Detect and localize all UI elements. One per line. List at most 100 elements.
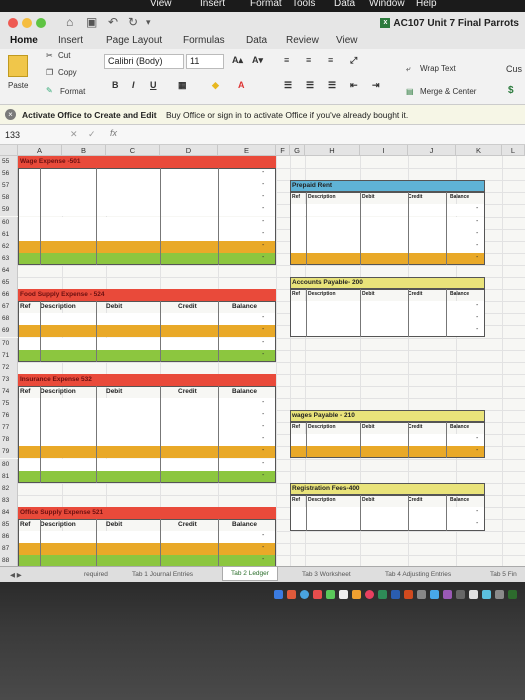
customize-toolbar-icon[interactable]: ▾ (146, 17, 151, 28)
row-header-78[interactable]: 78 (0, 434, 18, 447)
sheet-tab-ledger[interactable]: Tab 2 Ledger (222, 567, 278, 581)
menu-tools[interactable]: Tools (292, 0, 315, 9)
row-header-59[interactable]: 59 (0, 204, 18, 217)
excel-dock-icon[interactable] (378, 590, 387, 599)
photos-icon[interactable] (339, 590, 348, 599)
menu-format[interactable]: Format (250, 0, 282, 9)
row-header-86[interactable]: 86 (0, 531, 18, 544)
cancel-formula-icon[interactable]: ✕ (70, 129, 78, 140)
fill-color-icon[interactable]: ◆ (212, 80, 219, 91)
word-dock-icon[interactable] (391, 590, 400, 599)
tab-data[interactable]: Data (246, 35, 267, 46)
column-header-a[interactable]: A (18, 145, 62, 156)
folder-dock-icon[interactable] (456, 590, 465, 599)
align-left-icon[interactable]: ☰ (284, 80, 292, 91)
orientation-icon[interactable]: ⤢ (350, 55, 357, 66)
sheet-tab-financials[interactable]: Tab 5 Fin (490, 571, 517, 578)
appstore-dock-icon[interactable] (430, 590, 439, 599)
sheet-tab-required[interactable]: required (84, 571, 108, 578)
powerpoint-dock-icon[interactable] (404, 590, 413, 599)
row-header-56[interactable]: 56 (0, 168, 18, 181)
home-icon[interactable]: ⌂ (66, 15, 73, 29)
row-header-84[interactable]: 84 (0, 506, 18, 519)
italic-button[interactable]: I (132, 80, 135, 90)
dismiss-banner-icon[interactable]: × (5, 109, 16, 120)
align-bottom-icon[interactable]: ≡ (328, 55, 333, 65)
music-icon[interactable] (365, 590, 374, 599)
row-header-63[interactable]: 63 (0, 252, 18, 265)
spreadsheet-grid[interactable]: A B C D E F G H I J K L 55 56 57 58 59 60 61 62 63 64 65 66 67 68… (0, 145, 525, 566)
finder-icon[interactable] (274, 590, 283, 599)
redo-icon[interactable]: ↻ (128, 15, 138, 29)
column-header-f[interactable]: F (276, 145, 290, 156)
trash-dock-icon[interactable] (495, 590, 504, 599)
menu-insert[interactable]: Insert (200, 0, 225, 9)
bold-button[interactable]: B (112, 80, 119, 90)
increase-font-size-button[interactable]: A▴ (232, 55, 243, 66)
column-header-c[interactable]: C (106, 145, 160, 156)
row-header-81[interactable]: 81 (0, 470, 18, 483)
column-header-h[interactable]: H (305, 145, 360, 156)
format-painter-button[interactable]: Format (60, 87, 85, 96)
row-header-60[interactable]: 60 (0, 216, 18, 229)
row-header-79[interactable]: 79 (0, 446, 18, 459)
row-header-77[interactable]: 77 (0, 422, 18, 435)
messages-icon[interactable] (326, 590, 335, 599)
minimize-window-button[interactable] (22, 18, 32, 28)
wrap-text-button[interactable]: Wrap Text (420, 64, 456, 73)
row-header-80[interactable]: 80 (0, 458, 18, 471)
column-header-l[interactable]: L (502, 145, 525, 156)
column-header-d[interactable]: D (160, 145, 218, 156)
tab-page-layout[interactable]: Page Layout (106, 35, 162, 46)
column-header-g[interactable]: G (290, 145, 305, 156)
row-header-68[interactable]: 68 (0, 313, 18, 326)
decrease-indent-icon[interactable]: ⇤ (350, 80, 358, 91)
column-header-i[interactable]: I (360, 145, 408, 156)
paste-clipboard-icon[interactable] (8, 55, 28, 77)
row-header-76[interactable]: 76 (0, 410, 18, 423)
borders-icon[interactable]: ▦ (178, 80, 187, 91)
font-color-icon[interactable]: A (238, 80, 245, 90)
app-dock-icon[interactable] (443, 590, 452, 599)
help-dock-icon[interactable] (482, 590, 491, 599)
menu-view[interactable]: View (150, 0, 172, 9)
column-header-j[interactable]: J (408, 145, 456, 156)
row-header-58[interactable]: 58 (0, 192, 18, 205)
calendar-icon[interactable] (313, 590, 322, 599)
currency-format-button[interactable]: $ (508, 85, 514, 96)
cut-button[interactable]: Cut (58, 51, 70, 60)
undo-icon[interactable]: ↶ (108, 15, 118, 29)
row-header-64[interactable]: 64 (0, 264, 18, 277)
row-header-65[interactable]: 65 (0, 277, 18, 290)
row-header-75[interactable]: 75 (0, 398, 18, 411)
row-header-87[interactable]: 87 (0, 543, 18, 556)
close-window-button[interactable] (8, 18, 18, 28)
tab-formulas[interactable]: Formulas (183, 35, 225, 46)
sheet-tab-adjusting-entries[interactable]: Tab 4 Adjusting Entries (385, 571, 451, 578)
prev-sheet-icon[interactable]: ◀ ▶ (10, 571, 22, 579)
tab-insert[interactable]: Insert (58, 35, 83, 46)
row-header-62[interactable]: 62 (0, 240, 18, 253)
row-header-88[interactable]: 88 (0, 555, 18, 566)
fx-label[interactable]: fx (110, 128, 117, 138)
save-icon[interactable]: ▣ (86, 15, 97, 29)
font-name-select[interactable]: Calibri (Body) (104, 54, 184, 69)
merge-center-icon[interactable]: ▤ (406, 87, 414, 96)
menu-window[interactable]: Window (369, 0, 405, 9)
align-right-icon[interactable]: ☰ (328, 80, 336, 91)
row-header-73[interactable]: 73 (0, 373, 18, 386)
zoom-window-button[interactable] (36, 18, 46, 28)
row-header-70[interactable]: 70 (0, 337, 18, 350)
row-header-74[interactable]: 74 (0, 385, 18, 398)
font-size-select[interactable]: 11 (186, 54, 224, 69)
launchpad-icon[interactable] (287, 590, 296, 599)
row-header-66[interactable]: 66 (0, 289, 18, 302)
row-header-61[interactable]: 61 (0, 228, 18, 241)
row-header-72[interactable]: 72 (0, 361, 18, 374)
wrap-text-icon[interactable]: ⤶ (406, 64, 410, 74)
increase-indent-icon[interactable]: ⇥ (372, 80, 380, 91)
copy-icon[interactable]: ❐ (46, 68, 53, 77)
sheet-tab-worksheet[interactable]: Tab 3 Worksheet (302, 571, 351, 578)
select-all-corner[interactable] (0, 145, 18, 156)
itunes-icon[interactable] (352, 590, 361, 599)
